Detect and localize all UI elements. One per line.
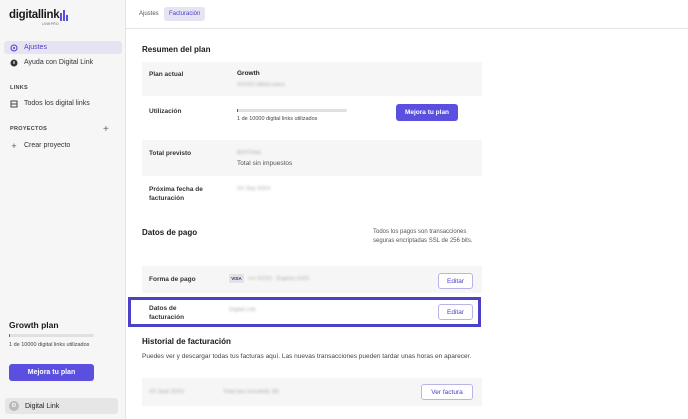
create-project-label: Crear proyecto bbox=[24, 142, 71, 149]
tab-facturacion[interactable]: Facturación bbox=[164, 7, 206, 21]
section-label-links: LINKS bbox=[10, 85, 28, 91]
forecast-value: $XX/Total bbox=[237, 150, 261, 156]
main-content: Ajustes Facturación Resumen del plan Pla… bbox=[126, 0, 688, 419]
card-number: •••• XXXX · Expires XX/X bbox=[248, 276, 310, 282]
sidebar-item-label: Ajustes bbox=[24, 44, 47, 51]
invoice-amount: Total (tax included): $X bbox=[223, 389, 279, 395]
current-plan-label: Plan actual bbox=[149, 71, 184, 78]
forecast-label: Total previsto bbox=[149, 150, 192, 157]
billing-data-label: Datos de facturación bbox=[149, 305, 185, 321]
next-billing-label: Próxima fecha de facturación bbox=[149, 186, 203, 202]
secure-note: Todos los pagos son transacciones segura… bbox=[373, 229, 473, 244]
usage-bar-fill bbox=[237, 109, 239, 112]
tab-ajustes[interactable]: Ajustes bbox=[134, 7, 164, 21]
forecast-card bbox=[142, 140, 482, 176]
help-icon bbox=[10, 59, 18, 67]
current-plan-value: Growth bbox=[237, 70, 260, 77]
tab-bar: Ajustes Facturación bbox=[126, 0, 688, 29]
upgrade-plan-button[interactable]: Mejora tu plan bbox=[396, 104, 458, 121]
logo-subtitle: LINKPRO bbox=[42, 22, 59, 26]
sidebar: digitallink LINKPRO Ajustes Ayuda con Di… bbox=[0, 0, 126, 419]
history-description: Puedes ver y descargar todas tus factura… bbox=[142, 353, 472, 360]
sidebar-item-all-links[interactable]: Todos los digital links bbox=[4, 97, 122, 110]
usage-text: 1 de 10000 digital links utilizados bbox=[237, 116, 318, 122]
section-label-projects: PROYECTOS bbox=[10, 126, 48, 132]
logo-text: digitallink bbox=[9, 9, 60, 21]
sidebar-item-label: Ayuda con Digital Link bbox=[24, 59, 94, 66]
plan-usage-bar bbox=[9, 334, 94, 337]
sidebar-item-ajustes[interactable]: Ajustes bbox=[4, 41, 122, 54]
usage-bar bbox=[237, 109, 347, 112]
usage-label: Utilización bbox=[149, 108, 182, 115]
create-project-button[interactable]: + Crear proyecto bbox=[4, 139, 122, 152]
sidebar-item-ayuda[interactable]: Ayuda con Digital Link bbox=[4, 56, 122, 69]
edit-billing-data-button[interactable]: Editar bbox=[438, 304, 473, 320]
plan-title: Growth plan bbox=[9, 320, 59, 330]
forecast-sub: Total sin impuestos bbox=[237, 160, 293, 167]
history-title: Historial de facturación bbox=[142, 337, 231, 346]
current-plan-sub: XXXXX billed users bbox=[237, 82, 285, 88]
add-project-icon[interactable]: + bbox=[103, 125, 109, 135]
logo[interactable]: digitallink bbox=[9, 9, 69, 21]
avatar: D bbox=[9, 401, 19, 411]
payment-title: Datos de pago bbox=[142, 228, 198, 237]
plus-icon: + bbox=[11, 140, 17, 151]
payment-method-label: Forma de pago bbox=[149, 276, 196, 283]
account-switcher[interactable]: D Digital Link bbox=[5, 398, 118, 414]
current-plan-card bbox=[142, 62, 482, 96]
gear-icon bbox=[10, 44, 18, 52]
plan-usage-fill bbox=[9, 334, 10, 337]
billing-data-value: Digital Link bbox=[229, 307, 256, 313]
edit-payment-method-button[interactable]: Editar bbox=[438, 273, 473, 289]
plan-usage-text: 1 de 10000 digital links utilizados bbox=[9, 342, 90, 348]
invoice-date: XX Sept 20XX bbox=[149, 389, 185, 395]
logo-bars-icon bbox=[60, 9, 69, 21]
plan-summary-title: Resumen del plan bbox=[142, 45, 211, 54]
visa-card-icon: VISA bbox=[229, 274, 244, 283]
list-icon bbox=[10, 100, 18, 108]
next-billing-value: XX Sep 20XX bbox=[237, 186, 271, 192]
view-invoice-button[interactable]: Ver factura bbox=[421, 384, 473, 400]
account-name: Digital Link bbox=[25, 402, 60, 410]
sidebar-item-label: Todos los digital links bbox=[24, 100, 90, 107]
upgrade-plan-button[interactable]: Mejora tu plan bbox=[9, 364, 94, 381]
